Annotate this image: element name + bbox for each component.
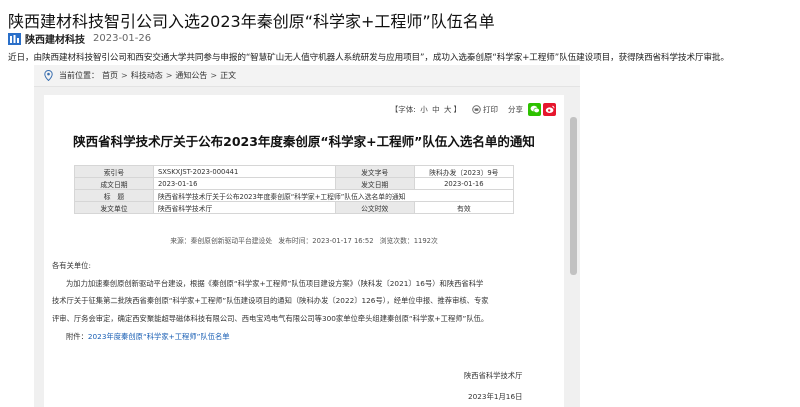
weibo-icon: [545, 105, 554, 113]
print-icon: [472, 105, 481, 114]
docno-label: 发文字号: [334, 165, 415, 178]
breadcrumb-separator: >: [210, 71, 218, 80]
index-value: SXSKXJST-2023-000441: [152, 165, 336, 178]
document-info-table: 索引号 SXSKXJST-2023-000441 发文字号 陕科办发〔2023〕…: [74, 165, 515, 214]
view-count: 浏览次数：1192次: [379, 237, 438, 245]
wechat-share-button[interactable]: [528, 103, 541, 116]
embedded-screenshot: 当前位置： 首页 > 科技动态 > 通知公告 > 正文 【字体: 小 中 大】 …: [34, 65, 580, 407]
table-row: 标 题 陕西省科学技术厅关于公布2023年度秦创原“科学家+工程师”队伍入选名单…: [74, 189, 515, 202]
source-line: 来源：秦创原创新驱动平台建设处 发布时间：2023-01-17 16:52 浏览…: [44, 235, 564, 245]
table-row: 索引号 SXSKXJST-2023-000441 发文字号 陕科办发〔2023〕…: [74, 165, 515, 178]
font-small-link[interactable]: 小: [420, 105, 428, 114]
font-large-link[interactable]: 大: [444, 105, 452, 114]
subject-value: 陕西省科学技术厅关于公布2023年度秦创原“科学家+工程师”队伍入选名单的通知: [152, 189, 515, 202]
font-close-bracket: 】: [453, 105, 462, 114]
weibo-share-button[interactable]: [543, 103, 556, 116]
greeting: 各有关单位:: [52, 261, 91, 270]
breadcrumb-home[interactable]: 首页: [102, 70, 118, 81]
signature: 陕西省科学技术厅: [464, 371, 523, 380]
font-size-control: 【字体: 小 中 大】: [390, 104, 462, 115]
table-row: 成文日期 2023-01-16 发文日期 2023-01-16: [74, 177, 515, 190]
font-label: 【字体:: [390, 105, 416, 114]
breadcrumb: 当前位置： 首页 > 科技动态 > 通知公告 > 正文: [34, 65, 580, 87]
article-intro: 近日，由陕西建材科技智引公司和西安交通大学共同参与申报的“智慧矿山无人值守机器人…: [8, 53, 730, 63]
source-from: 来源：秦创原创新驱动平台建设处: [170, 237, 273, 245]
source-time: 发布时间：2023-01-17 16:52: [278, 237, 374, 245]
author-name[interactable]: 陕西建材科技: [25, 31, 85, 46]
index-label: 索引号: [74, 165, 154, 178]
breadcrumb-prefix: 当前位置：: [59, 71, 99, 80]
created-value: 2023-01-16: [152, 177, 336, 190]
breadcrumb-separator: >: [165, 71, 173, 80]
article-toolbar: 【字体: 小 中 大】 打印 分享: [390, 103, 556, 116]
breadcrumb-current: 正文: [220, 71, 237, 80]
publish-date: 2023-01-26: [93, 33, 152, 44]
scrollbar-thumb[interactable]: [570, 117, 577, 275]
share-label: 分享: [508, 105, 523, 114]
created-label: 成文日期: [74, 177, 154, 190]
published-label: 发文日期: [334, 177, 415, 190]
body-line: 技术厅关于征集第二批陕西省秦创原“科学家+工程师”队伍建设项目的通知（陕科办发〔…: [52, 296, 489, 305]
subject-label: 标 题: [74, 189, 154, 202]
location-pin-icon: [44, 70, 53, 81]
attachment: 附件：2023年度秦创原“科学家+工程师”队伍名单: [66, 332, 230, 342]
breadcrumb-notices[interactable]: 通知公告: [175, 70, 207, 81]
table-row: 发文单位 陕西省科学技术厅 公文时效 有效: [74, 201, 515, 214]
attachment-label: 附件：: [66, 332, 88, 341]
document-panel: 【字体: 小 中 大】 打印 分享 陕西省科学技术厅关于公布2023年度秦创原“…: [44, 95, 564, 407]
wechat-icon: [530, 105, 540, 114]
body-line: 为加力加速秦创原创新驱动平台建设，根据《秦创原“科学家+工程师”队伍项目建设方案…: [66, 279, 484, 288]
print-label: 打印: [483, 105, 498, 114]
breadcrumb-separator: >: [121, 71, 128, 80]
published-value: 2023-01-16: [413, 177, 515, 190]
article-title: 陕西建材科技智引公司入选2023年秦创原“科学家+工程师”队伍名单: [8, 12, 495, 31]
author-logo-icon: [8, 32, 21, 45]
print-button[interactable]: 打印: [472, 104, 498, 115]
signature-date: 2023年1月16日: [468, 392, 523, 401]
article-meta: 陕西建材科技 2023-01-26: [8, 31, 151, 46]
attachment-link[interactable]: 2023年度秦创原“科学家+工程师”队伍名单: [88, 332, 230, 341]
issuer-label: 发文单位: [74, 201, 154, 214]
breadcrumb-news[interactable]: 科技动态: [131, 70, 163, 81]
docno-value: 陕科办发〔2023〕9号: [413, 165, 515, 178]
issuer-value: 陕西省科学技术厅: [152, 201, 336, 214]
body-line: 评审、厅务会审定，确定西安聚能超导磁体科技有限公司、西电宝鸡电气有限公司等300…: [52, 314, 489, 323]
scrollbar[interactable]: [568, 87, 580, 407]
notice-title: 陕西省科学技术厅关于公布2023年度秦创原“科学家+工程师”队伍入选名单的通知: [73, 134, 535, 149]
validity-label: 公文时效: [334, 201, 415, 214]
font-medium-link[interactable]: 中: [432, 105, 440, 114]
validity-value: 有效: [413, 201, 515, 214]
